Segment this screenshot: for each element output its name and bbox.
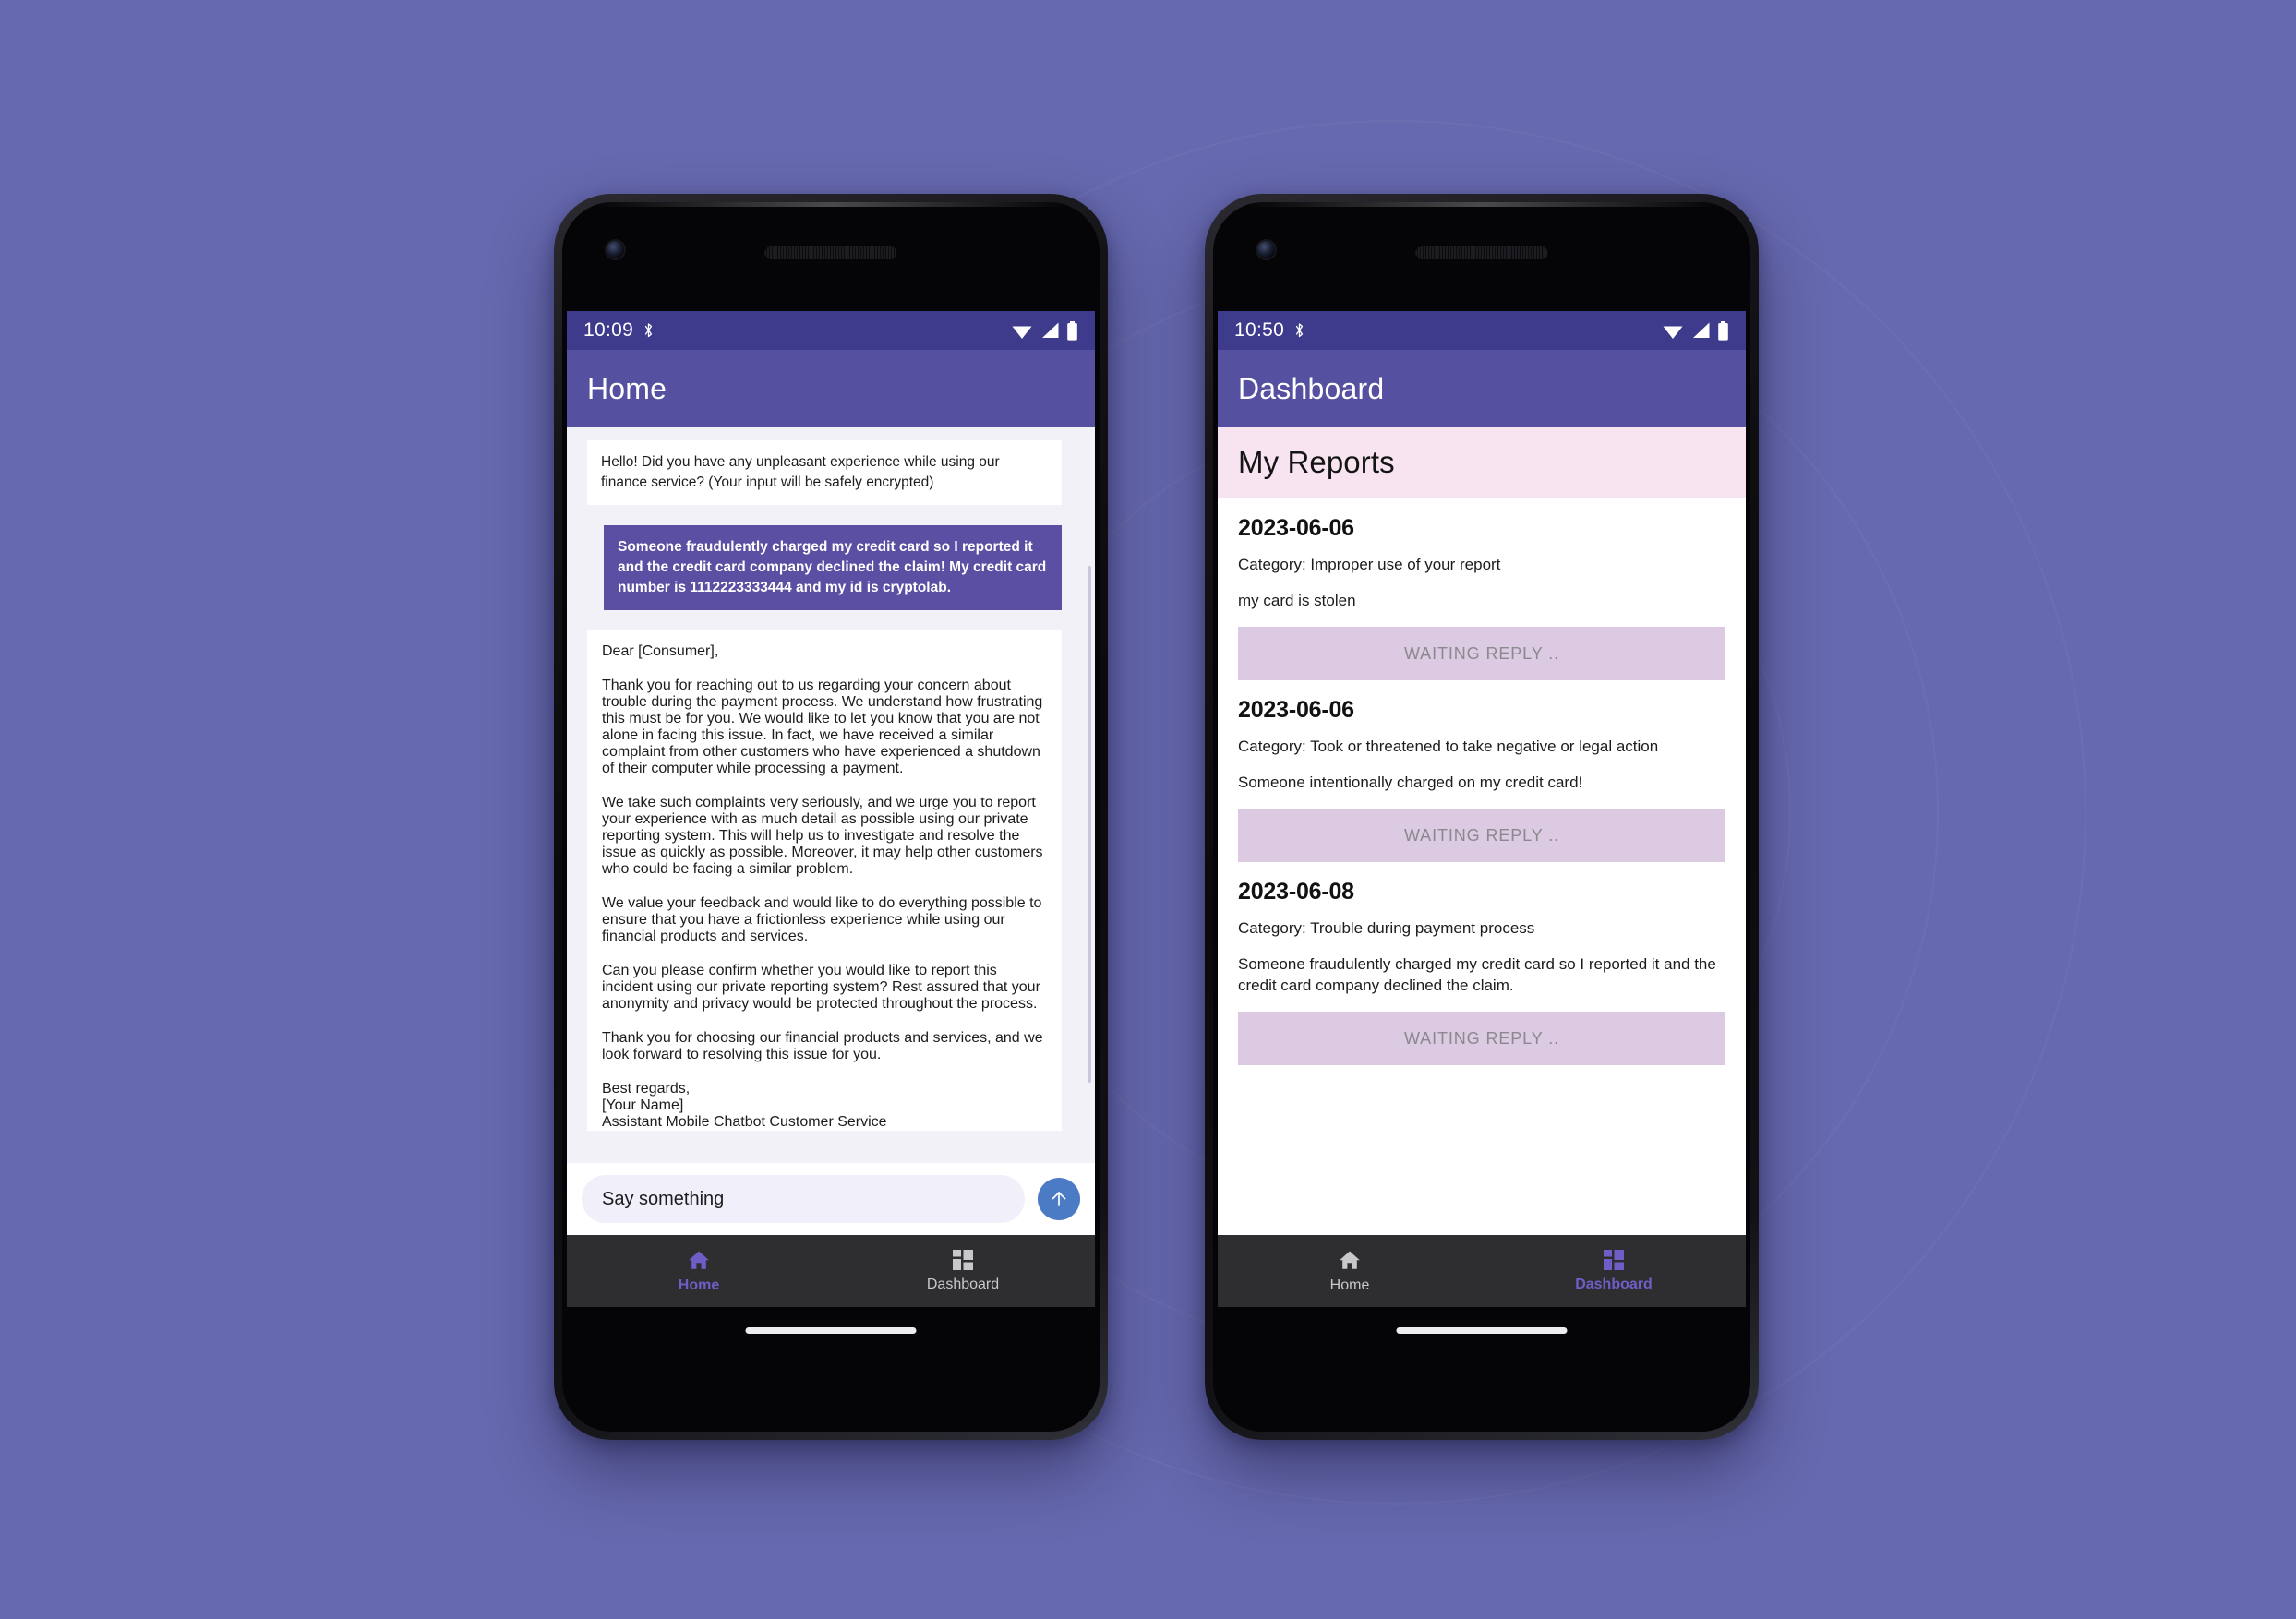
status-bar-left-cluster: 10:50 [1234,319,1305,342]
earpiece-speaker-grille [764,246,897,259]
nav-item-home[interactable]: Home [1218,1248,1482,1294]
chat-bubble-user: Someone fraudulently charged my credit c… [604,525,1062,610]
report-description: Someone intentionally charged on my cred… [1238,774,1583,792]
home-icon [1338,1248,1362,1272]
nav-item-dashboard-label: Dashboard [926,1277,1000,1292]
dashboard-grid-icon [1603,1249,1625,1271]
dashboard-grid-icon [952,1249,974,1271]
status-bar-left-cluster: 10:09 [583,319,655,342]
phone-device-right: 10:50 Dashboard My Reports 2023-06-06 Ca… [1205,194,1759,1440]
signal-icon [1690,321,1711,340]
report-date: 2023-06-08 [1238,879,1354,905]
app-bar-right: Dashboard [1218,350,1746,427]
battery-icon [1066,320,1078,341]
bezel-sheen [594,202,1068,207]
report-list: 2023-06-06 Category: Improper use of you… [1218,498,1746,1235]
home-gesture-bar[interactable] [1396,1327,1568,1334]
report-card[interactable]: 2023-06-08 Category: Trouble during paym… [1238,862,1725,1066]
gesture-zone-right [1218,1307,1746,1432]
bluetooth-icon [1293,321,1305,340]
screen-left: 10:09 Home Hello! Did you have any unple… [567,311,1095,1307]
chat-composer [567,1163,1095,1235]
reply-signature: Best regards, [Your Name] Assistant Mobi… [602,1081,1047,1131]
gesture-zone-left [567,1307,1095,1432]
section-title: My Reports [1238,445,1395,479]
signature-line-2: [Your Name] [602,1097,684,1113]
status-bar-right-cluster [1662,320,1729,341]
bottom-navigation-right: Home Dashboard [1218,1235,1746,1307]
bluetooth-icon [643,321,655,340]
report-date: 2023-06-06 [1238,515,1354,541]
status-bar-right: 10:50 [1218,311,1746,350]
report-card[interactable]: 2023-06-06 Category: Took or threatened … [1238,680,1725,863]
reply-paragraph-1: Thank you for reaching out to us regardi… [602,678,1043,776]
report-category: Category: Improper use of your report [1238,556,1501,573]
report-date: 2023-06-06 [1238,697,1354,724]
status-time: 10:50 [1234,319,1285,341]
bezel-sheen [1244,202,1719,207]
phone-body-left: 10:09 Home Hello! Did you have any unple… [562,202,1100,1432]
page-title: Home [587,371,667,405]
dashboard-content: My Reports 2023-06-06 Category: Improper… [1218,427,1746,1235]
nav-item-home-label: Home [1329,1277,1370,1293]
reply-paragraph-4: Can you please confirm whether you would… [602,963,1040,1012]
bottom-navigation-left: Home Dashboard [567,1235,1095,1307]
nav-item-dashboard[interactable]: Dashboard [1482,1249,1746,1293]
chat-scrollbar[interactable] [1088,566,1091,1083]
report-description: my card is stolen [1238,592,1356,610]
my-reports-header: My Reports [1218,427,1746,498]
home-gesture-bar[interactable] [745,1327,917,1334]
report-category: Category: Took or threatened to take neg… [1238,738,1659,756]
nav-item-dashboard[interactable]: Dashboard [831,1249,1095,1293]
report-description: Someone fraudulently charged my credit c… [1238,955,1716,995]
report-category: Category: Trouble during payment process [1238,919,1535,938]
send-arrow-up-icon [1048,1188,1070,1210]
signal-icon [1040,321,1060,340]
signature-line-3: Assistant Mobile Chatbot Customer Servic… [602,1114,887,1130]
wifi-icon [1662,321,1684,340]
phone-body-right: 10:50 Dashboard My Reports 2023-06-06 Ca… [1213,202,1750,1432]
chat-scroll-content: Hello! Did you have any unpleasant exper… [567,427,1095,1163]
status-time: 10:09 [583,319,634,341]
page-title: Dashboard [1238,371,1385,405]
status-bar-left: 10:09 [567,311,1095,350]
status-badge-waiting-reply[interactable]: WAITING REPLY .. [1238,809,1725,863]
chat-bubble-bot-reply: Dear [Consumer], Thank you for reaching … [587,630,1062,1131]
phone-device-left: 10:09 Home Hello! Did you have any unple… [554,194,1108,1440]
reply-paragraph-5: Thank you for choosing our financial pro… [602,1030,1043,1062]
signature-line-1: Best regards, [602,1081,691,1097]
front-camera-icon [1257,241,1275,258]
chat-bubble-bot: Hello! Did you have any unpleasant exper… [587,440,1062,505]
earpiece-speaker-grille [1415,246,1548,259]
home-icon [687,1248,711,1272]
front-camera-icon [607,241,624,258]
status-badge-waiting-reply[interactable]: WAITING REPLY .. [1238,627,1725,681]
nav-item-dashboard-label: Dashboard [1575,1277,1653,1292]
message-input[interactable] [582,1175,1025,1223]
nav-item-home-label: Home [678,1277,720,1293]
report-card[interactable]: 2023-06-06 Category: Improper use of you… [1238,498,1725,681]
status-bar-right-cluster [1011,320,1078,341]
send-button[interactable] [1038,1178,1080,1220]
app-bar-left: Home [567,350,1095,427]
status-badge-waiting-reply[interactable]: WAITING REPLY .. [1238,1012,1725,1066]
chat-message-list[interactable]: Hello! Did you have any unpleasant exper… [567,427,1095,1163]
nav-item-home[interactable]: Home [567,1248,831,1294]
reply-paragraph-3: We value your feedback and would like to… [602,895,1042,944]
battery-icon [1717,320,1729,341]
screen-right: 10:50 Dashboard My Reports 2023-06-06 Ca… [1218,311,1746,1307]
wifi-icon [1011,321,1033,340]
reply-paragraph-2: We take such complaints very seriously, … [602,795,1043,877]
reply-greeting: Dear [Consumer], [602,643,719,659]
